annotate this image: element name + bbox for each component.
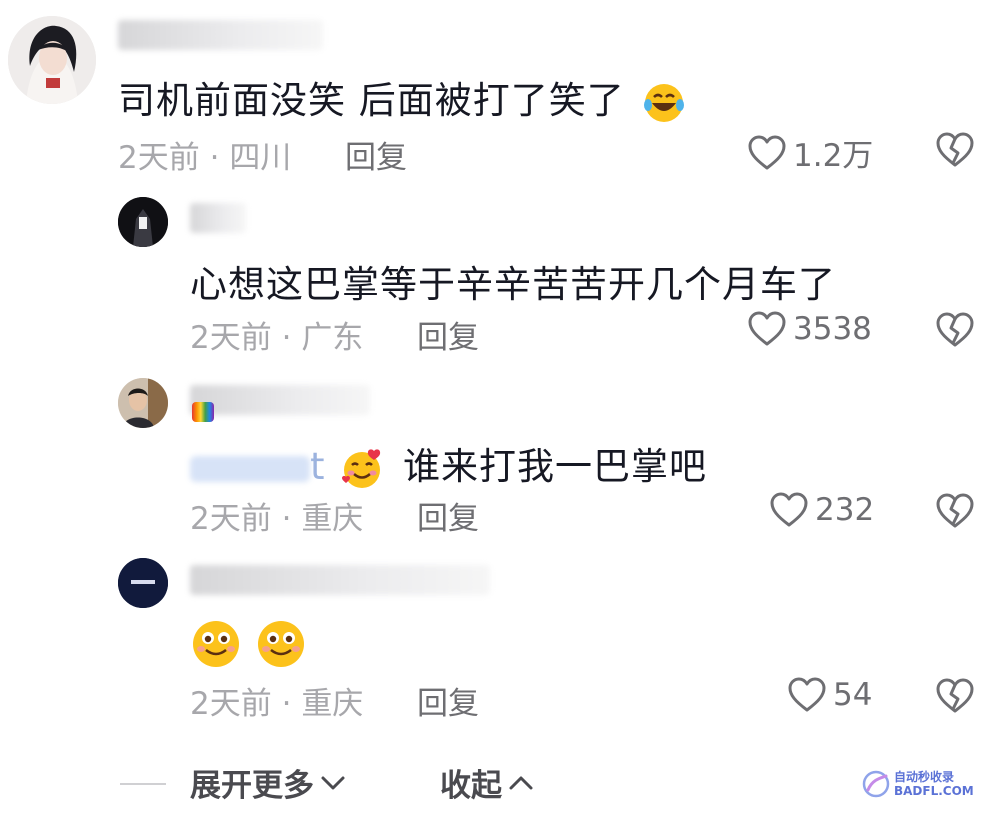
expand-more-button[interactable]: 展开更多: [190, 760, 346, 805]
watermark-logo-icon: [862, 770, 890, 798]
blushing-smile-emoji: [255, 618, 307, 670]
broken-heart-icon: [936, 132, 974, 167]
avatar[interactable]: [8, 16, 96, 104]
comment-location: 广东: [301, 320, 364, 356]
heart-icon: [788, 677, 826, 712]
heart-icon: [770, 492, 808, 527]
dislike-button[interactable]: [935, 131, 975, 173]
comment-text: [190, 618, 307, 670]
comment-text: t 谁来打我一巴掌吧: [190, 436, 707, 491]
watermark-line1: 自动秒收录: [894, 770, 955, 784]
like-count: 3538: [793, 311, 872, 347]
username-blurred[interactable]: [190, 565, 490, 595]
watermark-line2: BADFL.COM: [894, 784, 974, 798]
like-button[interactable]: 3538: [747, 310, 872, 348]
meta-separator: ·: [209, 140, 220, 176]
meta-separator: ·: [281, 686, 292, 722]
like-count: 54: [833, 677, 873, 713]
reply-button[interactable]: 回复: [345, 132, 407, 177]
avatar[interactable]: [118, 197, 168, 247]
username-blurred[interactable]: [190, 203, 246, 233]
dislike-button[interactable]: [935, 677, 975, 719]
rofl-emoji: [642, 81, 686, 125]
broken-heart-icon: [936, 678, 974, 713]
comment-time: 2天前: [190, 320, 272, 356]
comment-text-content: 司机前面没笑 后面被打了笑了: [118, 79, 625, 122]
dislike-button[interactable]: [935, 311, 975, 353]
mention-blurred[interactable]: [190, 455, 310, 482]
like-count: 1.2万: [793, 138, 874, 174]
meta-separator: ·: [281, 501, 292, 537]
comment-meta: 2天前 · 重庆: [190, 678, 363, 723]
watermark: 自动秒收录 BADFL.COM: [862, 770, 974, 798]
like-button[interactable]: 232: [769, 491, 874, 529]
comment-meta: 2天前 · 重庆: [190, 493, 363, 538]
footer-divider: [120, 783, 166, 785]
comment-location: 四川: [229, 140, 292, 176]
username-blurred[interactable]: [190, 385, 370, 415]
heart-icon: [748, 135, 786, 169]
comment-location: 重庆: [301, 501, 364, 537]
comment-text-content: 谁来打我一巴掌吧: [403, 445, 708, 488]
like-count: 232: [815, 492, 875, 528]
like-button[interactable]: 1.2万: [747, 130, 873, 175]
heart-icon: [748, 311, 786, 346]
comment-text: 司机前面没笑 后面被打了笑了: [118, 70, 686, 125]
username-blurred[interactable]: [118, 20, 323, 50]
collapse-button[interactable]: 收起: [440, 760, 534, 805]
reply-button[interactable]: 回复: [417, 312, 479, 357]
smiling-face-with-hearts-emoji: [340, 447, 384, 491]
broken-heart-icon: [936, 312, 974, 347]
comment-time: 2天前: [190, 501, 272, 537]
blushing-smile-emoji: [190, 618, 242, 670]
comment-meta: 2天前 · 广东: [190, 312, 363, 357]
reply-button[interactable]: 回复: [417, 678, 479, 723]
broken-heart-icon: [936, 493, 974, 528]
comment-text: 心想这巴掌等于辛辛苦苦开几个月车了: [190, 263, 836, 306]
comment-meta: 2天前 · 四川: [118, 132, 291, 177]
comment-location: 重庆: [301, 686, 364, 722]
meta-separator: ·: [281, 320, 292, 356]
rainbow-badge: [192, 402, 214, 422]
avatar[interactable]: [118, 558, 168, 608]
comment-time: 2天前: [118, 140, 200, 176]
comment-time: 2天前: [190, 686, 272, 722]
expand-more-label: 展开更多: [190, 768, 314, 804]
reply-button[interactable]: 回复: [417, 493, 479, 538]
collapse-label: 收起: [440, 768, 502, 804]
chevron-up-icon: [509, 776, 533, 789]
avatar[interactable]: [118, 378, 168, 428]
mention-suffix: t: [310, 445, 326, 488]
like-button[interactable]: 54: [787, 676, 872, 714]
dislike-button[interactable]: [935, 492, 975, 534]
chevron-down-icon: [321, 776, 345, 789]
